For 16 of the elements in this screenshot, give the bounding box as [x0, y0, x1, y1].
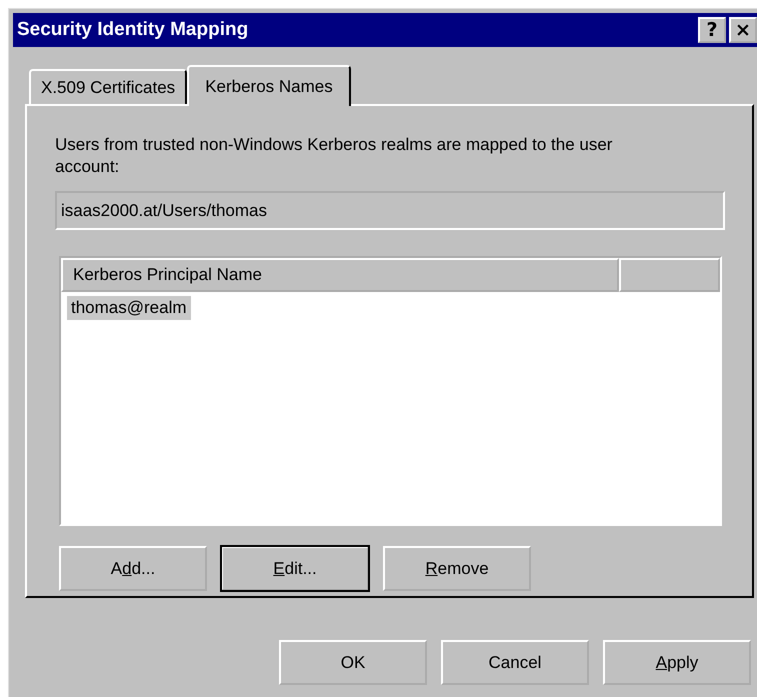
button[interactable]: OK	[279, 640, 427, 685]
button[interactable]: Edit...	[221, 546, 369, 591]
principal-list[interactable]: Kerberos Principal Name thomas@realm	[59, 256, 722, 526]
button[interactable]: Add...	[59, 546, 207, 591]
list-item[interactable]: thomas@realm	[67, 296, 191, 320]
tab[interactable]: X.509 Certificates	[29, 69, 188, 104]
close-button[interactable]: ×	[729, 17, 757, 43]
account-field[interactable]: isaas2000.at/Users/thomas	[55, 191, 725, 230]
button[interactable]: Cancel	[441, 640, 589, 685]
description-text: Users from trusted non-Windows Kerberos realms are mapped to the user account:	[55, 134, 614, 178]
tab[interactable]: Kerberos Names	[187, 65, 351, 106]
window-title: Security Identity Mapping	[17, 19, 248, 41]
help-button[interactable]: ?	[698, 17, 726, 43]
button[interactable]: Remove	[383, 546, 531, 591]
column-header[interactable]: Kerberos Principal Name	[61, 258, 619, 292]
button[interactable]: Apply	[603, 640, 751, 685]
